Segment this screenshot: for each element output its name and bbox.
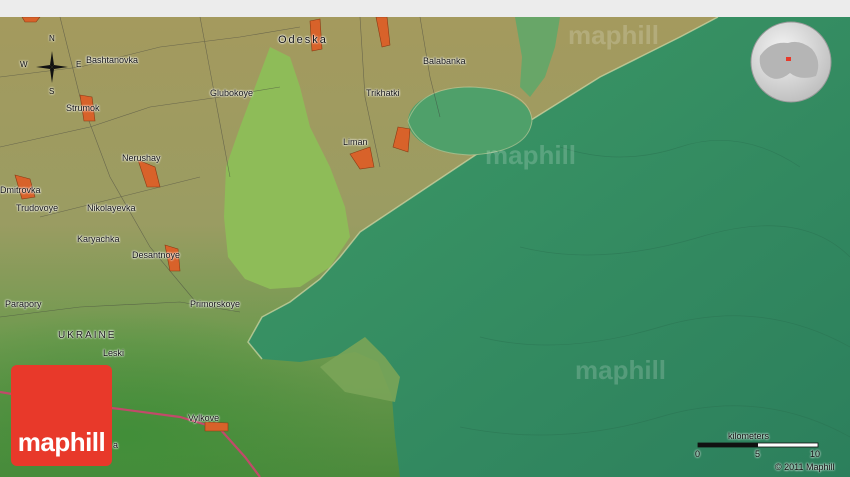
place-label: Vylkove [188, 413, 220, 423]
top-bar [0, 0, 850, 17]
scale-tick-10: 10 [810, 449, 821, 459]
scale-tick-0: 0 [695, 449, 701, 459]
place-label: Trikhatki [366, 88, 400, 98]
logo-text: maphill [17, 427, 106, 457]
watermark: maphill [575, 355, 667, 385]
watermark: maphill [568, 20, 660, 50]
maphill-logo[interactable]: maphill [11, 365, 112, 466]
compass-n: N [49, 34, 55, 43]
place-label: Desantnoye [132, 250, 181, 260]
place-label: Parapory [5, 299, 42, 309]
place-label: Trudovoye [16, 203, 59, 213]
scale-tick-5: 5 [755, 449, 761, 459]
scale-title: kilometers [728, 431, 770, 441]
place-label: Nikolayevka [87, 203, 136, 213]
place-label: Bashtanovka [86, 55, 139, 65]
scale-bar [697, 442, 819, 448]
place-label: Karyachka [77, 234, 120, 244]
place-label: a [113, 440, 119, 450]
copyright-text: © 2011 Maphill [775, 462, 835, 472]
place-label: Dmitrovka [0, 185, 41, 195]
map-view: maphill maphill maphill N S W E Odeska B… [0, 0, 850, 477]
place-label: Glubokoye [210, 88, 254, 98]
watermark: maphill [485, 140, 577, 170]
map-canvas[interactable] [0, 17, 850, 477]
compass-s: S [49, 87, 55, 96]
place-label: Balabanka [423, 56, 466, 66]
place-label: Nerushay [122, 153, 161, 163]
place-label: Liman [343, 137, 368, 147]
country-label: UKRAINE [58, 330, 117, 341]
place-label: Primorskoye [190, 299, 241, 309]
compass-e: E [76, 60, 82, 69]
compass-w: W [20, 60, 28, 69]
place-label: Leski [103, 348, 125, 358]
place-label: Strumok [66, 103, 100, 113]
globe-inset [750, 21, 832, 103]
place-label: Odeska [278, 34, 328, 46]
